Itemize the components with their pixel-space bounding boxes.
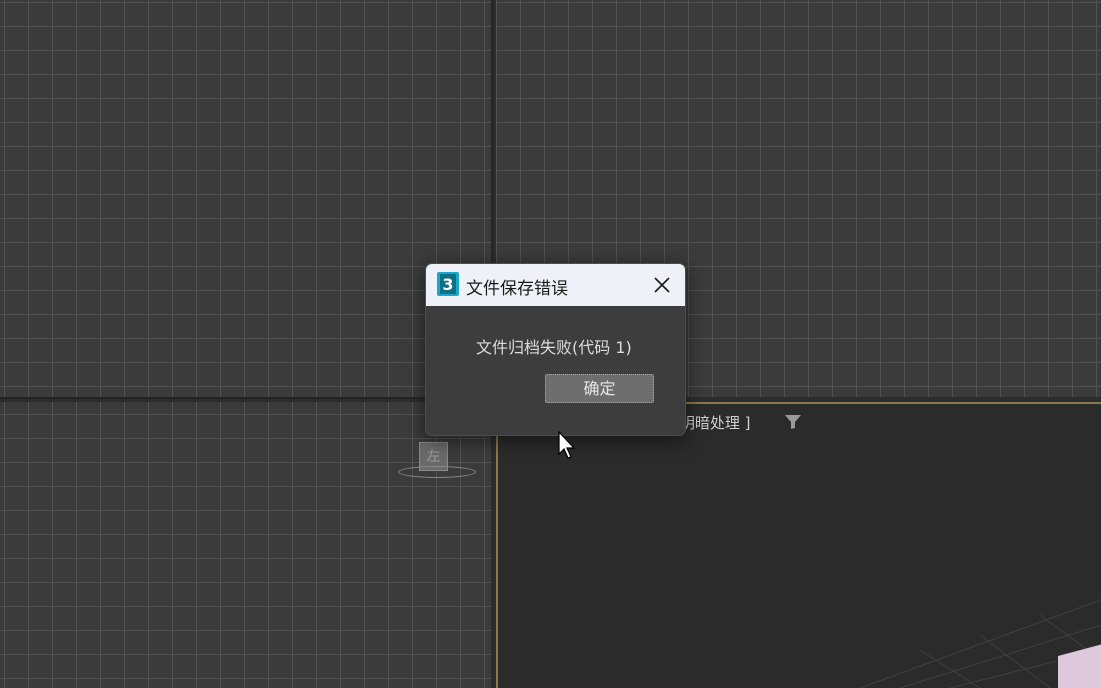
close-button[interactable] <box>647 270 677 300</box>
3dsmax-app-icon: 3 <box>437 272 459 296</box>
dialog-titlebar[interactable]: 3 文件保存错误 <box>426 264 685 306</box>
app-icon-glyph: 3 <box>442 275 453 294</box>
mouse-pointer-icon <box>558 431 576 459</box>
viewport-top[interactable] <box>0 0 491 397</box>
3dsmax-workspace: [明暗处理 ] 左 3 文件保存错误 文件归档失败(代码 1) 确定 <box>0 0 1101 688</box>
file-save-error-dialog: 3 文件保存错误 文件归档失败(代码 1) 确定 <box>425 263 686 436</box>
ok-button[interactable]: 确定 <box>545 374 654 403</box>
dialog-title: 文件保存错误 <box>466 279 568 299</box>
close-icon <box>654 277 670 293</box>
grid-axis-horizontal <box>0 397 491 399</box>
dialog-message: 文件归档失败(代码 1) <box>476 338 632 357</box>
viewcube-ring[interactable] <box>398 466 476 478</box>
viewcube-gizmo[interactable]: 左 <box>398 440 476 480</box>
filter-icon[interactable] <box>784 414 802 430</box>
